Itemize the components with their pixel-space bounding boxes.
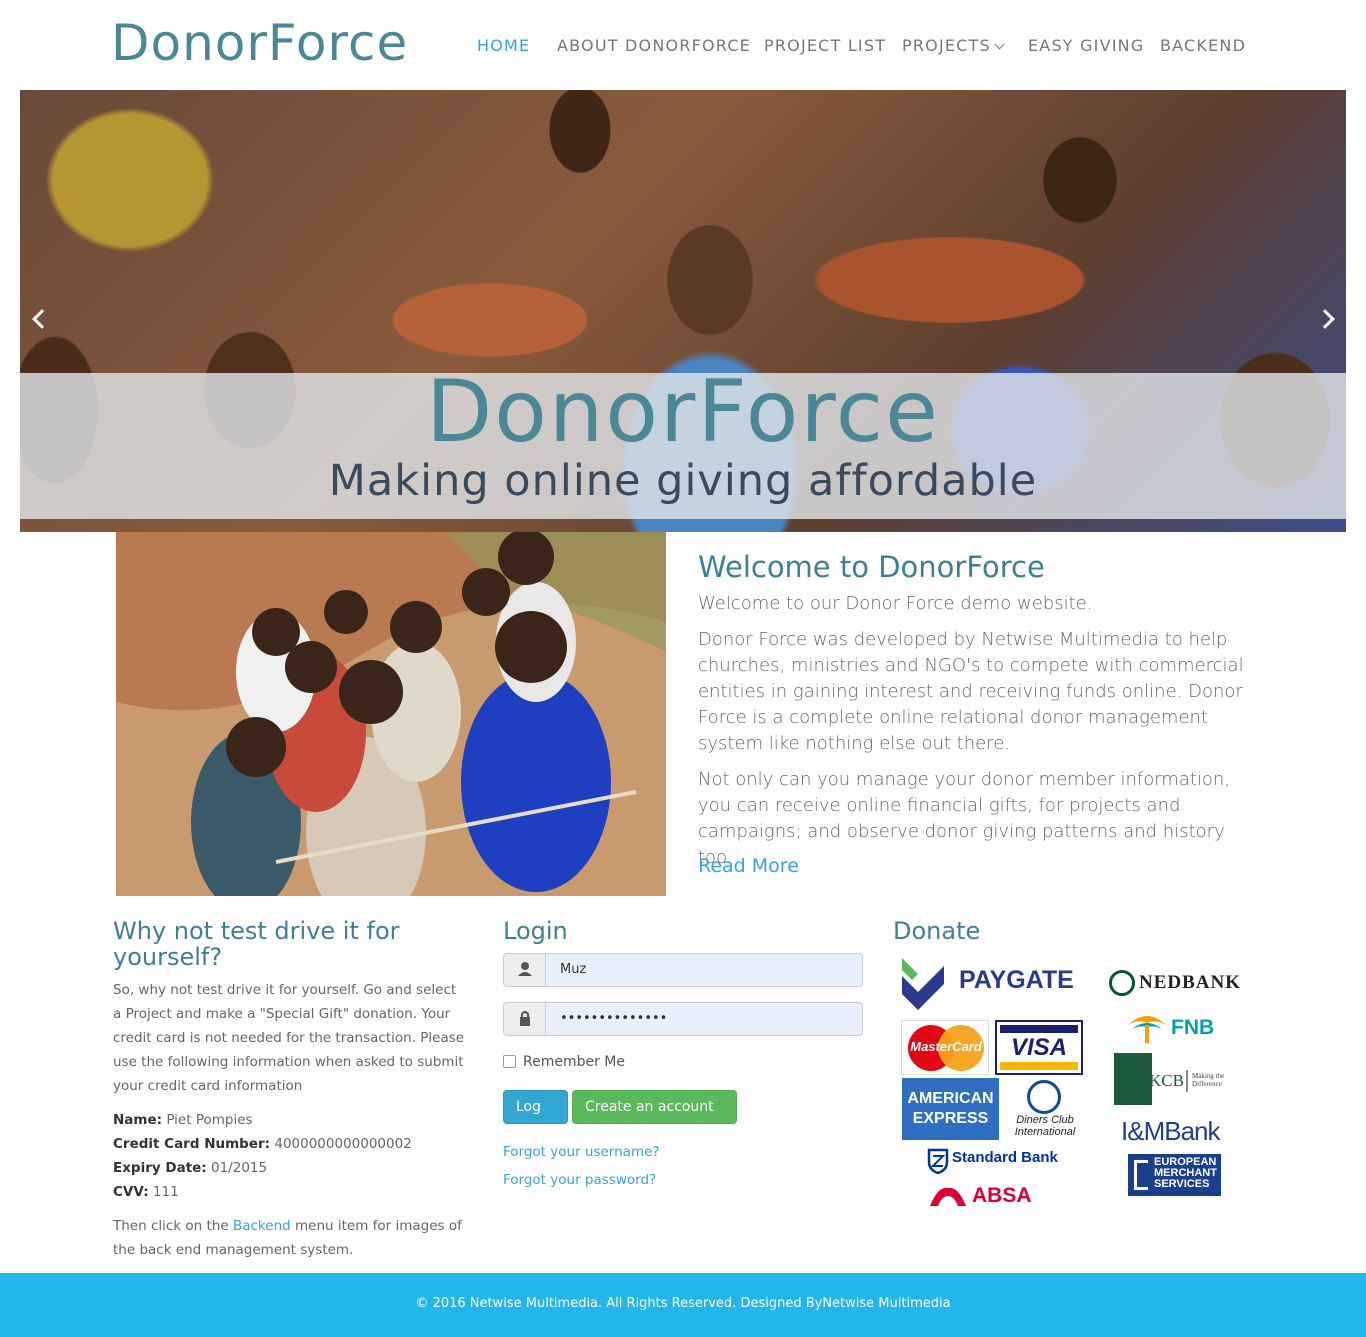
amex-logo: AMERICAN EXPRESS [902, 1078, 999, 1140]
username-value: Muz [560, 962, 587, 977]
welcome-paragraph-2: Donor Force was developed by Netwise Mul… [698, 629, 1244, 754]
test-drive-heading: Why not test drive it for yourself? [113, 917, 400, 971]
remember-me-checkbox[interactable] [503, 1055, 516, 1068]
card-expiry-row: Expiry Date: 01/2015 [113, 1156, 468, 1180]
diners-club-logo: Diners Club International [1005, 1078, 1085, 1140]
backend-link[interactable]: Backend [233, 1218, 291, 1234]
outro-text-before: Then click on the [113, 1218, 233, 1234]
im-bank-logo: I&MBank [1121, 1116, 1220, 1146]
absa-logo: ABSA [972, 1184, 1032, 1207]
visa-bottom-band [1000, 1062, 1078, 1070]
username-field[interactable]: Muz [503, 953, 863, 987]
fnb-tree-icon [1128, 1016, 1166, 1043]
ems-text-3: SERVICES [1154, 1178, 1210, 1190]
card-cvv-row: CVV: 111 [113, 1180, 468, 1204]
user-icon [504, 954, 546, 986]
chevron-right-icon [587, 1133, 598, 1144]
site-header: DonorForce HOME ABOUT DONORFORCE PROJECT… [0, 0, 1366, 90]
card-name-value: Piet Pompies [166, 1112, 253, 1128]
card-name-label: Name: [113, 1112, 163, 1128]
kcb-lion-icon [1114, 1053, 1152, 1105]
card-cvv-label: CVV: [113, 1184, 149, 1200]
visa-text: VISA [1010, 1034, 1067, 1061]
paygate-logo: PAYGATE [959, 966, 1074, 994]
login-heading: Login [503, 917, 568, 945]
visa-logo: VISA [995, 1020, 1083, 1075]
fnb-logo: FNB [1171, 1016, 1215, 1039]
chevron-down-icon [994, 39, 1005, 50]
nedbank-circle-icon [1109, 970, 1135, 996]
read-more-link[interactable]: Read More [698, 855, 799, 877]
nav-about[interactable]: ABOUT DONORFORCE [557, 36, 751, 56]
card-number-label: Credit Card Number: [113, 1136, 271, 1152]
visa-top-band [1000, 1025, 1078, 1033]
kcb-divider [1186, 1070, 1188, 1092]
hero-subtitle: Making online giving affordable [328, 456, 1038, 506]
welcome-heading: Welcome to DonorForce [698, 550, 1045, 584]
create-account-button[interactable]: Create an account [572, 1090, 737, 1144]
children-photo-illustration [116, 532, 666, 896]
amex-text-1: AMERICAN [907, 1090, 994, 1107]
mastercard-logo: MasterCard [901, 1020, 989, 1075]
test-drive-outro: Then click on the Backend menu item for … [113, 1214, 468, 1262]
welcome-paragraph-1: Welcome to our Donor Force demo website. [698, 593, 1093, 614]
nav-easy-giving[interactable]: EASY GIVING [1028, 36, 1144, 56]
test-card-details: Name: Piet Pompies Credit Card Number: 4… [113, 1108, 468, 1204]
standard-bank-shield-icon [927, 1148, 949, 1174]
diners-text-2: International [1014, 1126, 1076, 1138]
nav-projects[interactable]: PROJECTS [902, 36, 1005, 56]
card-cvv-value: 111 [152, 1184, 179, 1200]
nedbank-logo: NEDBANK [1139, 972, 1242, 993]
footer-copyright: © 2016 Netwise Multimedia. All Rights Re… [415, 1296, 951, 1311]
donate-heading: Donate [893, 917, 981, 945]
diners-text-1: Diners Club [1016, 1114, 1074, 1126]
card-expiry-label: Expiry Date: [113, 1160, 207, 1176]
standard-bank-logo: Standard Bank [952, 1149, 1058, 1166]
site-footer: © 2016 Netwise Multimedia. All Rights Re… [0, 1273, 1366, 1337]
amex-text-2: EXPRESS [912, 1110, 989, 1127]
password-field[interactable]: •••••••••••••• [503, 1002, 863, 1036]
mastercard-text: MasterCard [910, 1039, 982, 1054]
nav-backend[interactable]: BACKEND [1160, 36, 1246, 56]
hero-title: DonorForce [426, 362, 940, 462]
login-button[interactable]: Log in [503, 1090, 568, 1147]
nav-home[interactable]: HOME [477, 36, 530, 56]
nav-project-list[interactable]: PROJECT LIST [764, 36, 886, 56]
card-number-value: 4000000000000002 [274, 1136, 412, 1152]
test-drive-intro: So, why not test drive it for yourself. … [113, 982, 465, 1094]
nav-projects-label: PROJECTS [902, 36, 991, 55]
lock-icon [504, 1003, 546, 1035]
site-logo[interactable]: DonorForce [111, 14, 408, 72]
diners-circle-icon [1027, 1080, 1061, 1114]
password-value: •••••••••••••• [560, 1011, 668, 1026]
remember-me-label[interactable]: Remember Me [523, 1054, 625, 1070]
forgot-password-link[interactable]: Forgot your password? [503, 1172, 656, 1188]
card-number-row: Credit Card Number: 4000000000000002 [113, 1132, 468, 1156]
ems-bracket-icon [1134, 1160, 1148, 1190]
create-account-label: Create an account [585, 1099, 714, 1115]
card-name-row: Name: Piet Pompies [113, 1108, 468, 1132]
card-expiry-value: 01/2015 [211, 1160, 268, 1176]
kcb-logo: KCB [1149, 1071, 1184, 1090]
paygate-mark-icon [902, 958, 944, 1010]
kcb-tagline: Making the Difference [1192, 1072, 1225, 1088]
ems-logo: EUROPEAN MERCHANT SERVICES [1128, 1154, 1221, 1196]
children-photo [116, 532, 666, 896]
forgot-username-link[interactable]: Forgot your username? [503, 1144, 660, 1160]
absa-mark-icon [930, 1187, 966, 1206]
